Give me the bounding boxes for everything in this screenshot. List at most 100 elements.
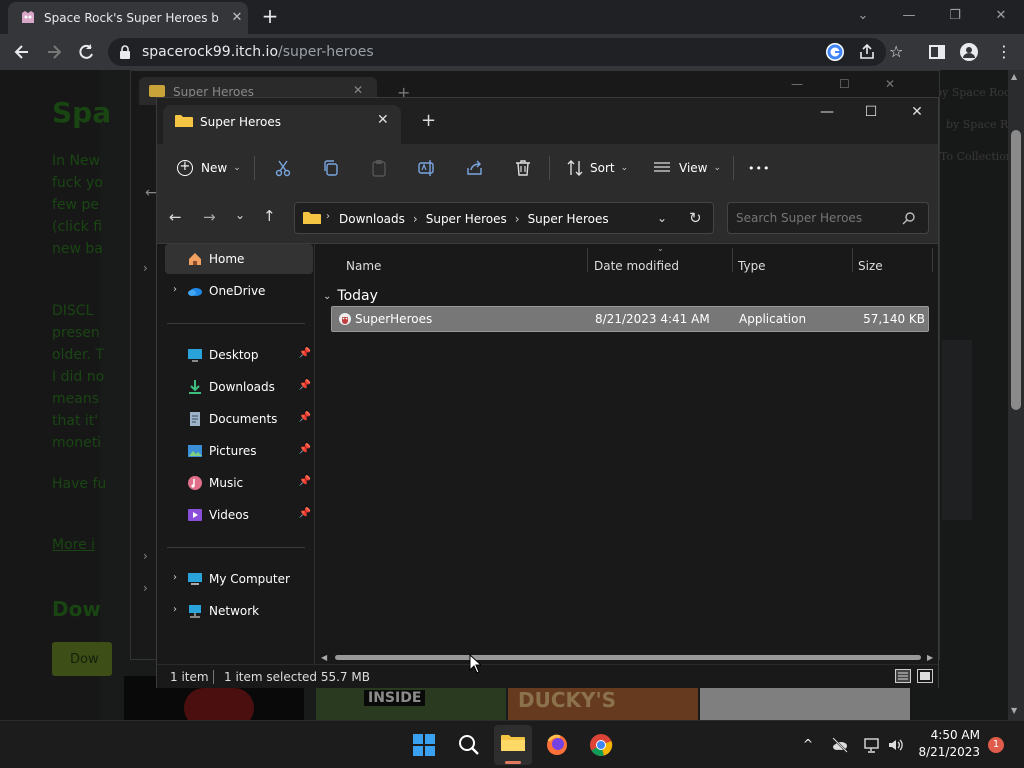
minimize-button[interactable]: — [886, 0, 932, 32]
column-divider[interactable] [932, 248, 933, 272]
page-scrollbar-thumb[interactable] [1011, 130, 1021, 410]
nav-item-documents[interactable]: Documents 📌 [165, 404, 313, 434]
search-box[interactable] [727, 202, 929, 234]
scroll-up-arrow-icon[interactable]: ▲ [1011, 72, 1017, 81]
minimize-icon[interactable]: — [791, 77, 803, 91]
notification-badge[interactable]: 1 [988, 737, 1004, 753]
nav-item-desktop[interactable]: Desktop 📌 [165, 340, 313, 370]
chrome-icon[interactable] [589, 733, 613, 757]
onedrive-offline-icon[interactable] [831, 736, 849, 754]
restore-button[interactable]: ❐ [932, 0, 978, 32]
network-status-icon[interactable] [863, 736, 881, 754]
sort-button[interactable]: Sort ⌄ [566, 144, 628, 192]
taskbar-file-explorer[interactable] [494, 725, 532, 765]
share-icon[interactable] [858, 43, 876, 61]
lock-icon[interactable] [118, 44, 132, 60]
group-header-today[interactable]: ⌄ Today [323, 288, 378, 304]
new-tab-button[interactable]: + [421, 110, 436, 131]
breadcrumb-item[interactable]: Super Heroes [426, 212, 507, 226]
chevron-right-icon[interactable]: › [413, 212, 418, 226]
file-row-selected[interactable]: SuperHeroes 8/21/2023 4:41 AM Applicatio… [331, 306, 929, 332]
column-header-size[interactable]: Size [858, 259, 883, 273]
nav-item-home[interactable]: Home [165, 244, 313, 274]
back-arrow-icon[interactable]: ← [145, 185, 157, 201]
breadcrumb-item[interactable]: Super Heroes [528, 212, 609, 226]
address-dropdown-chevron-icon[interactable]: ⌄ [657, 211, 667, 225]
search-icon[interactable] [457, 733, 481, 757]
forward-arrow-icon[interactable]: → [203, 208, 216, 226]
details-view-icon[interactable] [895, 669, 911, 683]
reload-icon[interactable] [76, 42, 96, 62]
copy-button[interactable] [322, 144, 340, 192]
chrome-menu-icon[interactable]: ⋮ [996, 42, 1012, 62]
view-button[interactable]: View ⌄ [653, 144, 721, 192]
up-arrow-icon[interactable]: ↑ [263, 207, 276, 225]
chevron-right-icon[interactable]: › [326, 211, 330, 222]
chevron-right-icon[interactable]: › [173, 284, 177, 295]
tab-search-chevron-icon[interactable]: ⌄ [840, 0, 886, 32]
chevron-right-icon[interactable]: › [173, 604, 177, 615]
close-window-button[interactable]: ✕ [978, 0, 1024, 32]
column-header-type[interactable]: Type [738, 259, 766, 273]
nav-item-videos[interactable]: Videos 📌 [165, 500, 313, 530]
pin-icon[interactable]: 📌 [299, 380, 311, 391]
nav-item-music[interactable]: Music 📌 [165, 468, 313, 498]
horizontal-scrollbar-thumb[interactable] [335, 655, 921, 660]
cut-button[interactable] [274, 144, 292, 192]
scroll-left-arrow-icon[interactable]: ◀ [321, 653, 327, 662]
nav-item-downloads[interactable]: Downloads 📌 [165, 372, 313, 402]
scroll-down-arrow-icon[interactable]: ▼ [1011, 706, 1017, 715]
share-button[interactable] [466, 144, 484, 192]
back-arrow-icon[interactable]: ← [169, 208, 182, 226]
delete-button[interactable] [514, 144, 532, 192]
explorer-tab[interactable]: Super Heroes ✕ [163, 105, 401, 144]
pin-icon[interactable]: 📌 [299, 412, 311, 423]
nav-item-onedrive[interactable]: › OneDrive [165, 276, 313, 306]
refresh-icon[interactable]: ↻ [689, 209, 702, 227]
chevron-right-icon[interactable]: › [143, 581, 148, 595]
volume-icon[interactable] [887, 736, 905, 754]
maximize-button[interactable]: ☐ [848, 98, 894, 128]
pin-icon[interactable]: 📌 [299, 444, 311, 455]
address-bar[interactable]: › Downloads › Super Heroes › Super Heroe… [294, 202, 714, 234]
nav-item-network[interactable]: › Network [165, 596, 313, 626]
side-panel-icon[interactable] [928, 43, 946, 61]
search-input[interactable] [736, 209, 896, 227]
new-tab-button[interactable]: + [258, 5, 282, 29]
url-text[interactable]: spacerock99.itch.io/super-heroes [142, 44, 374, 60]
forward-arrow-icon[interactable] [44, 42, 64, 62]
clock-date[interactable]: 8/21/2023 [908, 745, 980, 759]
tab-close-icon[interactable]: ✕ [353, 83, 363, 97]
chevron-right-icon[interactable]: › [143, 261, 148, 275]
new-button[interactable]: + New ⌄ [177, 144, 241, 192]
close-icon[interactable]: ✕ [885, 77, 895, 91]
column-divider[interactable] [587, 248, 588, 272]
file-explorer-window[interactable]: Super Heroes ✕ + — ☐ ✕ + New ⌄ Sort ⌄ Vi… [156, 97, 939, 688]
pin-icon[interactable]: 📌 [299, 508, 311, 519]
column-header-date[interactable]: Date modified [594, 259, 679, 273]
clock-time[interactable]: 4:50 AM [918, 728, 980, 742]
pin-icon[interactable]: 📌 [299, 348, 311, 359]
profile-avatar-icon[interactable] [960, 43, 978, 61]
back-arrow-icon[interactable] [12, 42, 32, 62]
more-options-button[interactable]: ••• [748, 144, 770, 192]
recent-locations-chevron-icon[interactable]: ⌄ [235, 208, 245, 222]
nav-item-pictures[interactable]: Pictures 📌 [165, 436, 313, 466]
google-lens-icon[interactable] [826, 43, 844, 61]
paste-button[interactable] [370, 144, 388, 192]
tab-close-icon[interactable]: ✕ [377, 112, 389, 128]
column-header-name[interactable]: Name [346, 259, 381, 273]
firefox-icon[interactable] [545, 733, 569, 757]
column-divider[interactable] [852, 248, 853, 272]
browser-tab[interactable]: Space Rock's Super Heroes by Space Rock … [8, 2, 248, 34]
nav-item-my-computer[interactable]: › My Computer [165, 564, 313, 594]
bookmark-star-icon[interactable]: ☆ [889, 43, 907, 61]
scroll-right-arrow-icon[interactable]: ▶ [927, 653, 933, 662]
pin-icon[interactable]: 📌 [299, 476, 311, 487]
column-divider[interactable] [732, 248, 733, 272]
rename-button[interactable] [418, 144, 436, 192]
minimize-button[interactable]: — [804, 98, 850, 128]
show-hidden-icons-chevron-icon[interactable]: ^ [803, 737, 813, 751]
tiles-view-icon[interactable] [917, 669, 933, 683]
chevron-down-icon[interactable]: ⌄ [323, 291, 331, 302]
